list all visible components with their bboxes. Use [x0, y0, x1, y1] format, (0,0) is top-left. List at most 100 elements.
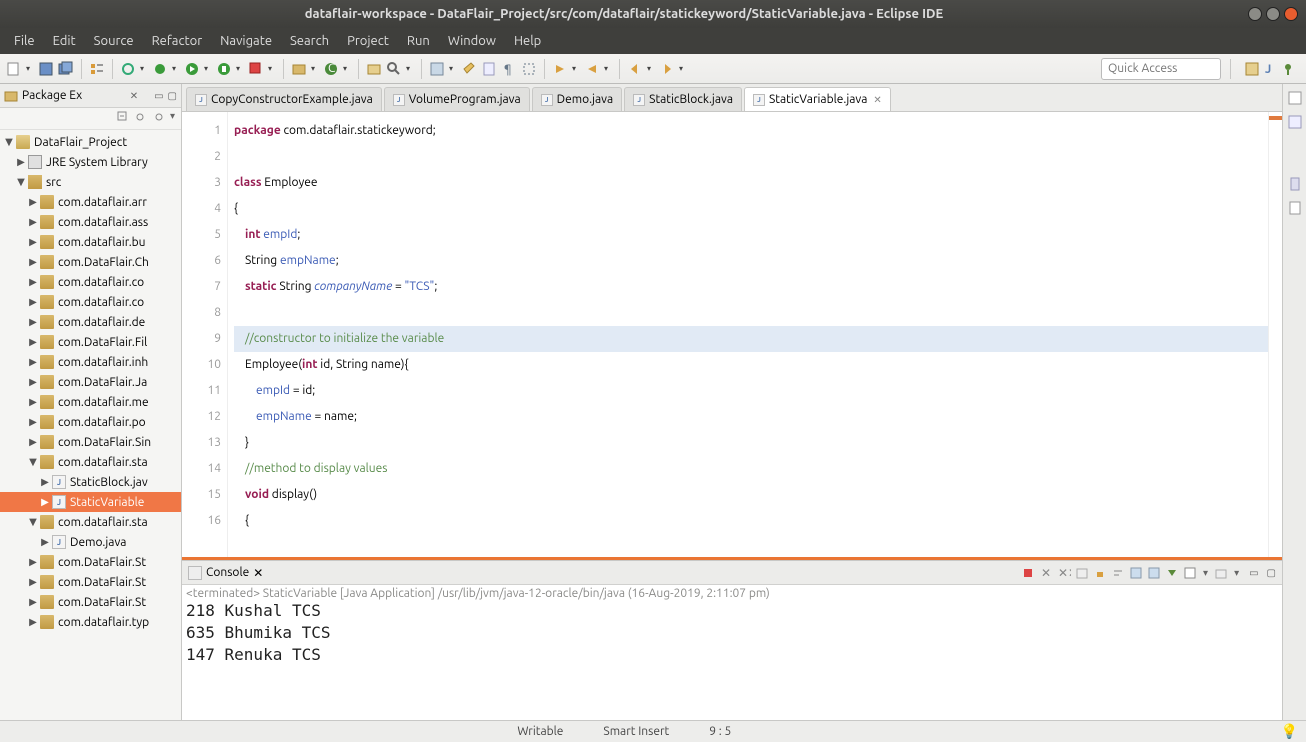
last-edit-icon[interactable] [461, 61, 477, 77]
tree-node[interactable]: ▶com.DataFlair.St [0, 592, 181, 612]
new-java-package-icon[interactable] [291, 61, 307, 77]
menu-refactor[interactable]: Refactor [144, 30, 211, 52]
new-console-icon[interactable] [1214, 566, 1228, 580]
tree-node[interactable]: ▶com.dataflair.po [0, 412, 181, 432]
quick-access-input[interactable] [1101, 58, 1221, 80]
view-close-icon[interactable]: ✕ [130, 90, 138, 102]
tree-node[interactable]: ▶StaticVariable [0, 492, 181, 512]
tree-node[interactable]: ▶com.dataflair.typ [0, 612, 181, 632]
remove-all-icon[interactable]: ✕✕ [1057, 566, 1071, 580]
display-console-icon[interactable] [1147, 566, 1161, 580]
close-icon[interactable] [1284, 7, 1298, 21]
prev-annotation-icon[interactable] [584, 61, 600, 77]
tree-node[interactable]: ▶com.DataFlair.Ch [0, 252, 181, 272]
bookmark-icon[interactable] [1287, 200, 1303, 216]
tree-node[interactable]: ▼src [0, 172, 181, 192]
menu-run[interactable]: Run [399, 30, 438, 52]
debug-icon[interactable] [152, 61, 168, 77]
menu-window[interactable]: Window [440, 30, 504, 52]
tree-node[interactable]: ▶com.dataflair.co [0, 292, 181, 312]
outline-icon[interactable] [1287, 114, 1303, 130]
tree-node[interactable]: ▶com.dataflair.me [0, 392, 181, 412]
tree-node[interactable]: ▶com.DataFlair.Sin [0, 432, 181, 452]
editor-tab[interactable]: StaticVariable.java✕ [744, 87, 891, 111]
tree-node[interactable]: ▶com.dataflair.inh [0, 352, 181, 372]
search-icon[interactable] [386, 61, 402, 77]
menu-search[interactable]: Search [282, 30, 337, 52]
code-area[interactable]: package com.dataflair.statickeyword; cla… [228, 112, 1268, 557]
console-close-icon[interactable]: ✕ [253, 566, 263, 580]
tree-node[interactable]: ▼com.dataflair.sta [0, 512, 181, 532]
package-explorer-tree[interactable]: ▼DataFlair_Project▶JRE System Library▼sr… [0, 130, 181, 720]
view-maximize-icon[interactable]: ▢ [168, 90, 177, 102]
terminate-icon[interactable] [1021, 566, 1035, 580]
editor-tab[interactable]: VolumeProgram.java [384, 87, 530, 111]
console-output[interactable]: 218 Kushal TCS 635 Bhumika TCS 147 Renuk… [186, 600, 1278, 666]
save-all-icon[interactable] [58, 61, 74, 77]
pin-console-icon[interactable] [1129, 566, 1143, 580]
minimap-icon[interactable] [1287, 176, 1303, 192]
tree-node[interactable]: ▶StaticBlock.jav [0, 472, 181, 492]
tree-node[interactable]: ▶com.dataflair.arr [0, 192, 181, 212]
open-perspective-icon[interactable] [1244, 61, 1260, 77]
tree-node[interactable]: ▶com.DataFlair.Ja [0, 372, 181, 392]
minimize-icon[interactable] [1248, 7, 1262, 21]
view-menu-icon[interactable]: ▾ [170, 110, 175, 127]
console-dd2-icon[interactable]: ▾ [1234, 567, 1239, 579]
next-annotation-icon[interactable] [552, 61, 568, 77]
tasklist-icon[interactable] [1287, 90, 1303, 106]
forward-icon[interactable] [659, 61, 675, 77]
back-icon[interactable] [627, 61, 643, 77]
tree-node[interactable]: ▶com.dataflair.co [0, 272, 181, 292]
tree-node[interactable]: ▶com.dataflair.de [0, 312, 181, 332]
link-editor-icon[interactable] [134, 110, 148, 124]
tab-close-icon[interactable]: ✕ [873, 94, 881, 106]
editor-tab[interactable]: CopyConstructorExample.java [186, 87, 382, 111]
menu-navigate[interactable]: Navigate [212, 30, 280, 52]
tree-node[interactable]: ▶com.DataFlair.St [0, 552, 181, 572]
menu-help[interactable]: Help [506, 30, 549, 52]
toggle-block-select-icon[interactable] [521, 61, 537, 77]
view-minimize-icon[interactable]: ▭ [154, 90, 163, 102]
scroll-lock-icon[interactable] [1093, 566, 1107, 580]
show-whitespace-icon[interactable]: ¶ [501, 61, 517, 77]
menu-edit[interactable]: Edit [45, 30, 84, 52]
annotation-nav-icon[interactable] [429, 61, 445, 77]
new-java-class-icon[interactable]: C [323, 61, 339, 77]
console-minimize-icon[interactable]: ▭ [1249, 567, 1258, 579]
tree-node[interactable]: ▶com.DataFlair.Fil [0, 332, 181, 352]
overview-ruler[interactable] [1268, 112, 1282, 557]
skip-breakpoints-icon[interactable] [120, 61, 136, 77]
coverage-icon[interactable] [216, 61, 232, 77]
toggle-breadcrumb-icon[interactable] [89, 61, 105, 77]
open-console-icon[interactable] [1183, 566, 1197, 580]
tree-node[interactable]: ▼com.dataflair.sta [0, 452, 181, 472]
tip-icon[interactable]: 💡 [1281, 723, 1298, 740]
tree-node[interactable]: ▶com.dataflair.ass [0, 212, 181, 232]
maximize-icon[interactable] [1266, 7, 1280, 21]
collapse-all-icon[interactable] [116, 110, 130, 124]
tree-node[interactable]: ▶JRE System Library [0, 152, 181, 172]
console-maximize-icon[interactable]: ▢ [1267, 567, 1276, 579]
code-editor[interactable]: 12345678910111213141516 package com.data… [182, 112, 1282, 560]
console-dd-icon[interactable]: ▾ [1203, 567, 1208, 579]
editor-tab[interactable]: StaticBlock.java [624, 87, 742, 111]
focus-task-icon[interactable] [152, 110, 166, 124]
run-icon[interactable] [184, 61, 200, 77]
remove-launch-icon[interactable]: ✕ [1039, 566, 1053, 580]
toggle-mark-icon[interactable] [481, 61, 497, 77]
save-icon[interactable] [38, 61, 54, 77]
external-tools-icon[interactable] [248, 61, 264, 77]
tree-node[interactable]: ▶Demo.java [0, 532, 181, 552]
debug-perspective-icon[interactable] [1280, 61, 1296, 77]
word-wrap-icon[interactable] [1111, 566, 1125, 580]
editor-tab[interactable]: Demo.java [532, 87, 622, 111]
tree-node[interactable]: ▶com.dataflair.bu [0, 232, 181, 252]
tree-node[interactable]: ▶com.DataFlair.St [0, 572, 181, 592]
tree-node[interactable]: ▼DataFlair_Project [0, 132, 181, 152]
open-type-icon[interactable] [366, 61, 382, 77]
menu-project[interactable]: Project [339, 30, 397, 52]
menu-source[interactable]: Source [86, 30, 142, 52]
menu-file[interactable]: File [6, 30, 43, 52]
clear-console-icon[interactable] [1075, 566, 1089, 580]
